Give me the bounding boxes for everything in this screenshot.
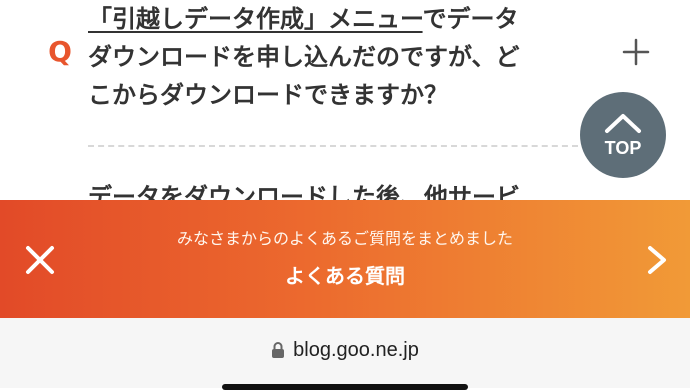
- url-text: blog.goo.ne.jp: [293, 338, 419, 361]
- chevron-right-icon[interactable]: [638, 242, 674, 278]
- lock-icon: [272, 342, 285, 358]
- divider: [88, 145, 578, 147]
- faq-question-line-3: こからダウンロードできますか？: [88, 81, 448, 109]
- chevron-up-icon: [605, 114, 641, 133]
- close-icon[interactable]: [20, 240, 60, 280]
- faq-question-next[interactable]: データをダウンロードした後、他サービ: [88, 178, 588, 200]
- browser-address-bar[interactable]: blog.goo.ne.jp: [0, 318, 690, 388]
- faq-question[interactable]: 「引越しデータ作成」メニューでデータ ダウンロードを申し込んだのですが、ど こか…: [88, 0, 588, 114]
- faq-banner[interactable]: みなさまからのよくあるご質問をまとめました よくある質問: [0, 200, 690, 318]
- faq-question-text-1: でデータ: [422, 5, 519, 33]
- menu-link[interactable]: 「引越しデータ作成」メニュー: [88, 5, 423, 33]
- home-indicator: [222, 384, 468, 390]
- scroll-top-button[interactable]: TOP: [580, 92, 666, 178]
- scroll-top-label: TOP: [604, 138, 642, 158]
- question-marker: Q: [48, 35, 72, 68]
- url-display[interactable]: blog.goo.ne.jp: [0, 336, 690, 364]
- banner-title: よくある質問: [285, 264, 405, 288]
- banner-subtitle: みなさまからのよくあるご質問をまとめました: [176, 229, 513, 248]
- faq-question-line-1: 「引越しデータ作成」メニューでデータ: [88, 0, 588, 38]
- plus-icon[interactable]: [620, 36, 652, 68]
- faq-section: Q 「引越しデータ作成」メニューでデータ ダウンロードを申し込んだのですが、ど …: [0, 0, 690, 200]
- faq-question-line-2: ダウンロードを申し込んだのですが、ど: [88, 43, 520, 71]
